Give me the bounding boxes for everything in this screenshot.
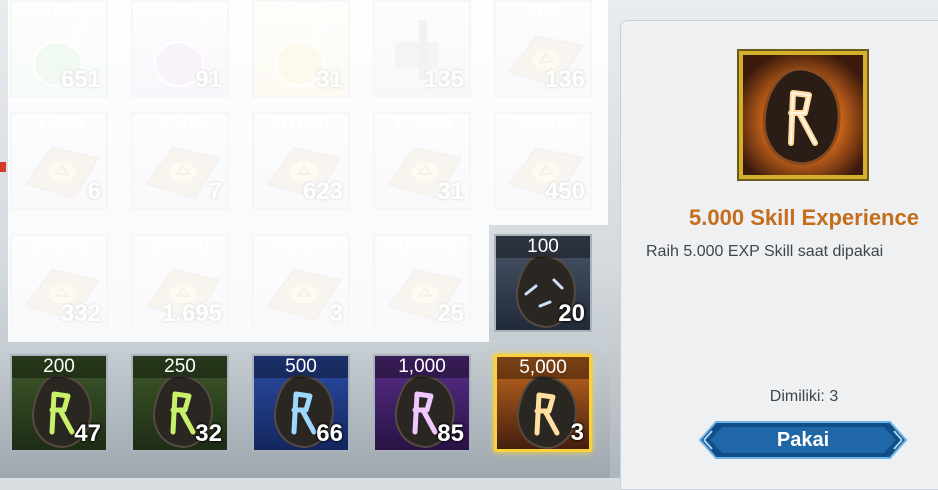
item-title: 5.000 Skill Experience xyxy=(689,205,919,230)
orange-rune-icon xyxy=(743,55,863,175)
slot-capacity-label: 250 xyxy=(133,356,227,378)
slot-capacity-label: 5,000 xyxy=(497,357,589,379)
slot-capacity-label: 100 xyxy=(496,236,590,258)
slot-count: 85 xyxy=(437,420,464,447)
owned-count: Dimiliki: 3 xyxy=(769,388,839,405)
inventory-slot[interactable]: 5,000 3 xyxy=(494,354,592,452)
inventory-slot[interactable]: 100 20 xyxy=(494,234,592,332)
slot-count: 3 xyxy=(570,419,584,446)
inventory-slot[interactable]: 200 47 xyxy=(10,354,108,452)
fade-overlay-top xyxy=(8,0,608,225)
slot-count: 66 xyxy=(316,420,343,447)
slot-count: 32 xyxy=(195,420,222,447)
slot-capacity-label: 200 xyxy=(12,356,106,378)
inventory-slot[interactable]: 500 66 xyxy=(252,354,350,452)
inventory-slot[interactable]: 1,000 85 xyxy=(373,354,471,452)
slot-count: 20 xyxy=(558,300,585,327)
slot-capacity-label: 500 xyxy=(254,356,348,378)
item-description: Raih 5.000 EXP Skill saat dipakai xyxy=(646,243,884,260)
use-button[interactable]: Pakai xyxy=(698,418,908,462)
slot-capacity-label: 1,000 xyxy=(375,356,469,378)
edge-marker xyxy=(0,162,6,172)
fade-overlay-mid xyxy=(8,225,489,342)
inventory-slot[interactable]: 250 32 xyxy=(131,354,229,452)
use-button-label: Pakai xyxy=(776,429,830,451)
detail-item-icon xyxy=(739,51,867,179)
slot-count: 47 xyxy=(74,420,101,447)
